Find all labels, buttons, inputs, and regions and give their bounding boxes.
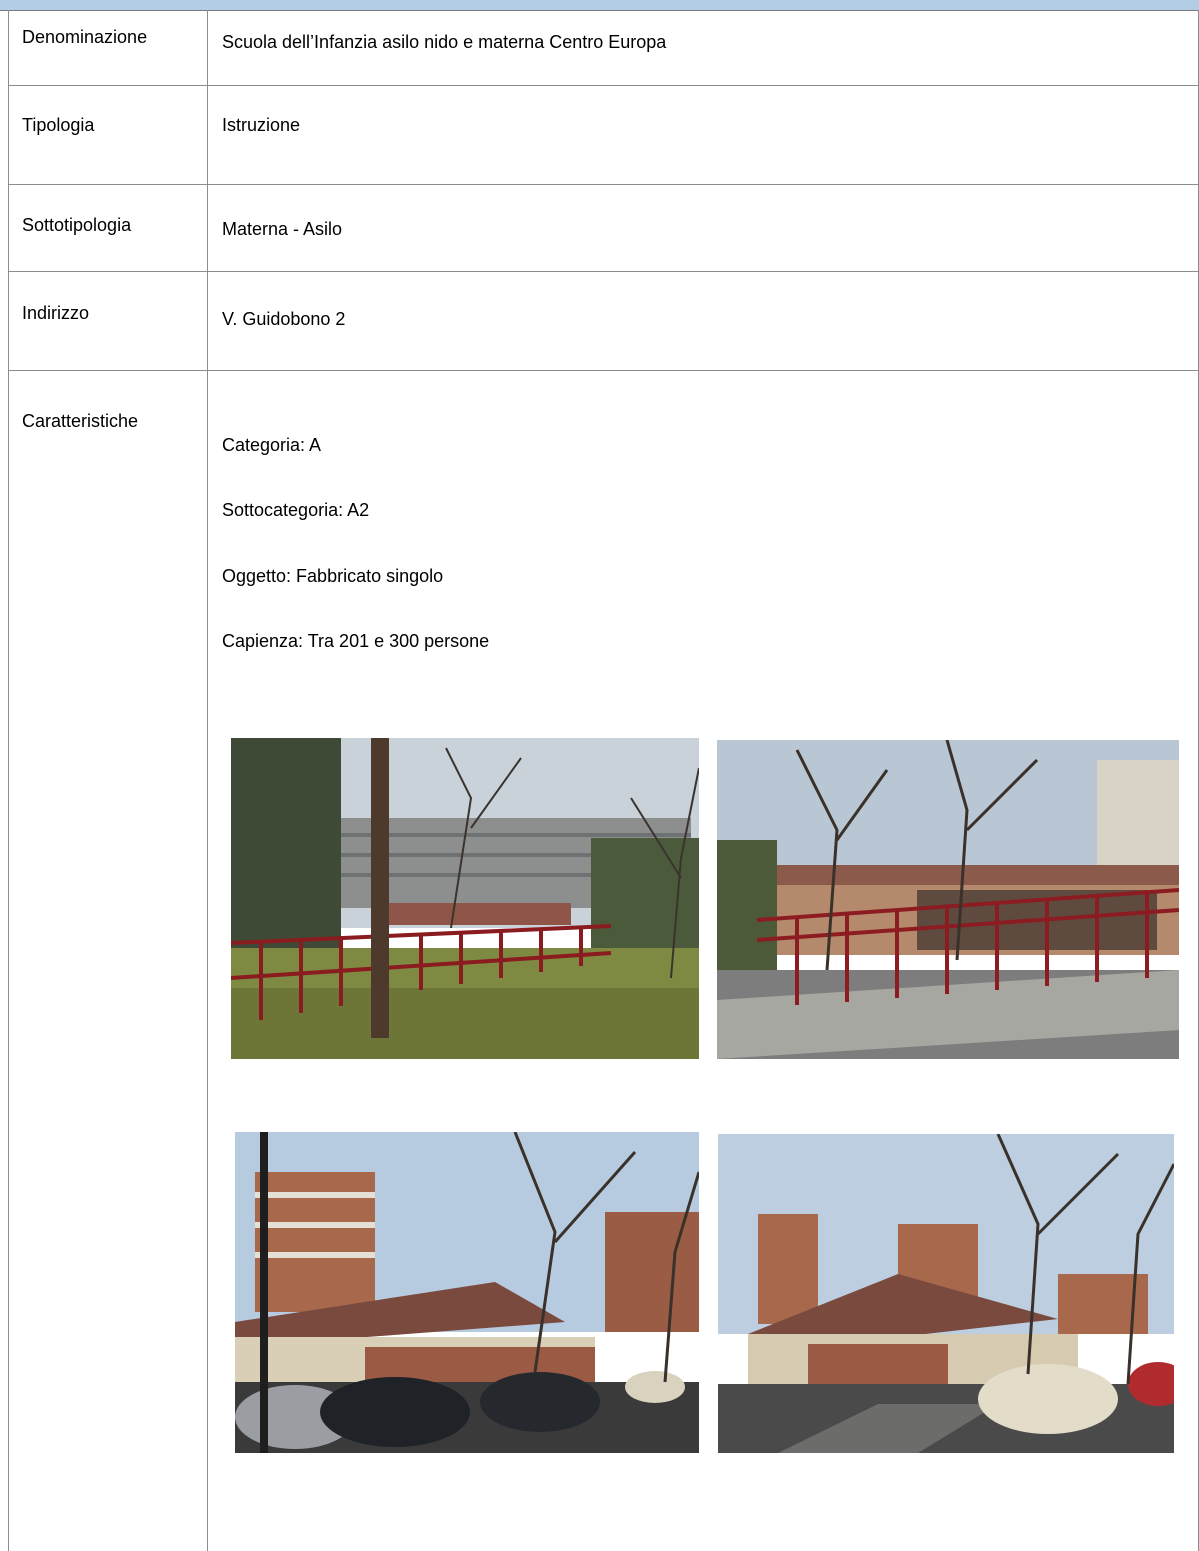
tipologia-value: Istruzione [222,115,301,135]
table-column-divider [207,10,208,1551]
categoria-text: Categoria: A [222,435,322,455]
sottotipologia-value: Materna - Asilo [222,219,343,239]
garden-with-fence-photo [231,738,699,1059]
row-divider [8,184,1199,185]
oggetto-text: Oggetto: Fabbricato singolo [222,566,444,586]
denominazione-value: Scuola dell’Infanzia asilo nido e matern… [222,32,667,52]
caratteristiche-label: Caratteristiche [22,411,139,431]
tipologia-label: Tipologia [22,115,95,135]
school-building-fence-photo [717,740,1179,1059]
row-divider [8,271,1199,272]
school-entrance-cars-photo [718,1134,1174,1453]
table-header-band [0,0,1199,11]
row-divider [8,85,1199,86]
sottotipologia-label: Sottotipologia [22,215,132,235]
capienza-text: Capienza: Tra 201 e 300 persone [222,631,490,651]
row-divider [8,370,1199,371]
table-left-border [8,10,9,1551]
school-with-cars-photo [235,1132,699,1453]
indirizzo-value: V. Guidobono 2 [222,309,346,329]
denominazione-label: Denominazione [22,27,148,47]
indirizzo-label: Indirizzo [22,303,90,323]
sottocategoria-text: Sottocategoria: A2 [222,500,370,520]
